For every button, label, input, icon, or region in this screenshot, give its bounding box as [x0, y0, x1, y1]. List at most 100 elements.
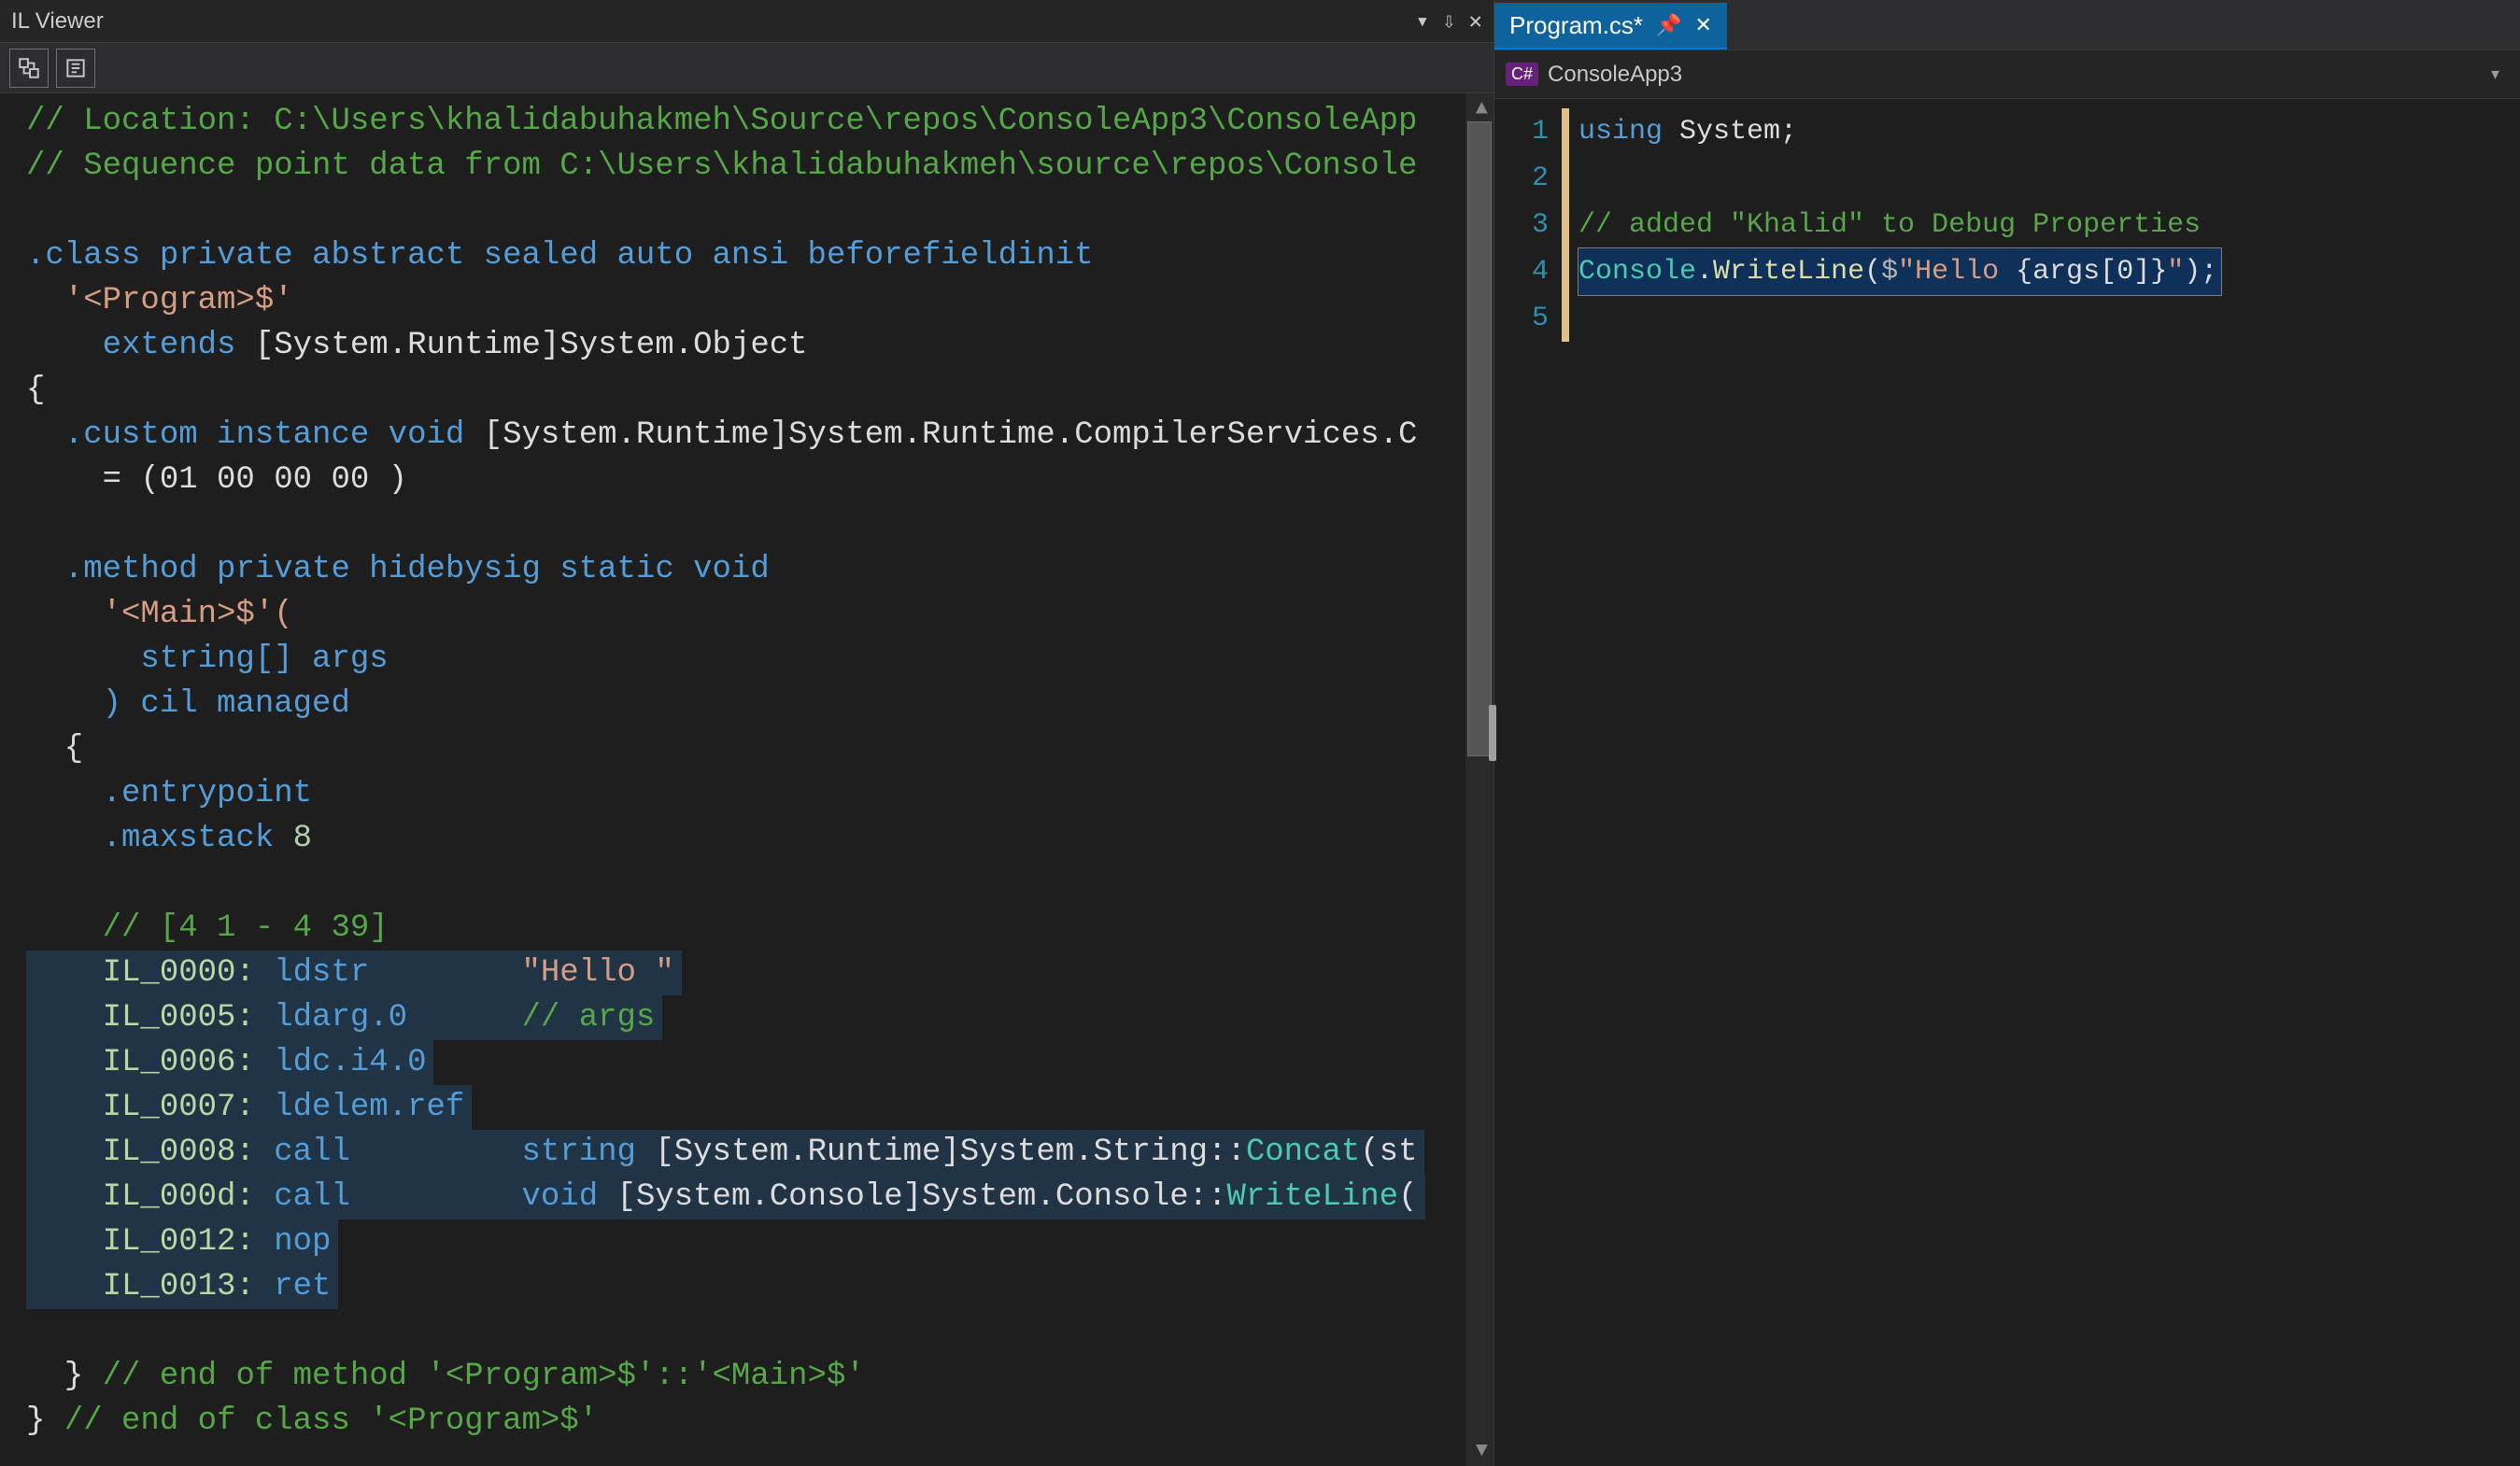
- panel-splitter[interactable]: [1489, 705, 1496, 761]
- il-directive: .class: [26, 238, 140, 274]
- line-number: 3: [1494, 202, 1549, 248]
- il-opcode: ret: [255, 1269, 332, 1304]
- il-maxstack-val: 8: [274, 821, 312, 856]
- il-basetype: [System.Runtime]System.Object: [235, 328, 807, 363]
- il-param: string[] args: [26, 641, 389, 677]
- interp-close: }: [2150, 256, 2167, 288]
- il-method-mods: private hidebysig static void: [198, 552, 770, 587]
- il-label: IL_0012:: [26, 1224, 255, 1260]
- context-label: ConsoleApp3: [1548, 62, 1682, 88]
- close-icon[interactable]: ✕: [1469, 7, 1482, 35]
- line-number: 2: [1494, 155, 1549, 202]
- interp-dollar: $: [1881, 256, 1898, 288]
- pad: [350, 1135, 522, 1170]
- il-rettype: void: [522, 1179, 599, 1215]
- semicolon: ;: [1780, 116, 1797, 148]
- il-typeref: [System.Runtime]System.String::: [636, 1135, 1246, 1170]
- il-comment: // Sequence point data from C:\Users\kha…: [26, 148, 1417, 184]
- pin-icon[interactable]: 📌: [1656, 13, 1681, 37]
- context-dropdown[interactable]: C# ConsoleApp3 ▾: [1506, 62, 2509, 88]
- il-brace: {: [26, 373, 45, 408]
- pin-icon[interactable]: ⇩: [1442, 7, 1455, 35]
- line-number: 4: [1494, 248, 1549, 295]
- il-label: IL_0006:: [26, 1045, 255, 1080]
- il-brace: {: [26, 731, 83, 767]
- idx-open: [: [2100, 256, 2117, 288]
- source-code[interactable]: using System; // added "Khalid" to Debug…: [1569, 99, 2520, 1466]
- il-label: IL_0000:: [26, 955, 255, 991]
- dot: .: [1696, 256, 1713, 288]
- il-opcode: call: [255, 1179, 350, 1215]
- editor-navbar: C# ConsoleApp3 ▾: [1494, 50, 2520, 99]
- il-attrtype: [System.Runtime]System.Runtime.CompilerS…: [464, 417, 1417, 453]
- idx-close: ]: [2133, 256, 2150, 288]
- il-tail: (st: [1360, 1135, 1417, 1170]
- il-method-directive: .method: [26, 552, 198, 587]
- tab-program-cs[interactable]: Program.cs* 📌 ✕: [1494, 3, 1727, 49]
- string-lit: "Hello: [1898, 256, 2016, 288]
- dropdown-icon[interactable]: ▾: [1416, 7, 1429, 35]
- line-number: 1: [1494, 108, 1549, 155]
- method-writeline: WriteLine: [1713, 256, 1864, 288]
- il-comment: // Location: C:\Users\khalidabuhakmeh\So…: [26, 104, 1417, 139]
- il-brace: }: [26, 1359, 103, 1394]
- line-number-gutter: 1 2 3 4 5: [1494, 99, 1562, 1466]
- il-end-comment: // end of class '<Program>$': [64, 1403, 598, 1439]
- il-entrypoint: .entrypoint: [26, 776, 312, 811]
- scroll-down-icon[interactable]: ▼: [1476, 1439, 1488, 1462]
- src-comment: // added "Khalid" to Debug Properties: [1579, 209, 2201, 241]
- source-editor[interactable]: 1 2 3 4 5 using System; // added "Khalid…: [1494, 99, 2520, 1466]
- interp-open: {: [2016, 256, 2032, 288]
- il-opcode: ldelem.ref: [255, 1090, 464, 1125]
- ns-system: System: [1663, 116, 1780, 148]
- il-viewer-panel: IL Viewer ▾ ⇩ ✕ // Location: C:\Users\kh…: [0, 0, 1494, 1466]
- change-mark: [1562, 295, 1569, 342]
- il-typeref: [System.Console]System.Console::: [598, 1179, 1226, 1215]
- change-mark: [1562, 108, 1569, 155]
- il-methodref: Concat: [1246, 1135, 1360, 1170]
- il-maxstack: .maxstack: [26, 821, 274, 856]
- il-opcode: call: [255, 1135, 350, 1170]
- il-viewer-header: IL Viewer ▾ ⇩ ✕: [0, 0, 1494, 43]
- il-label: IL_0013:: [26, 1269, 255, 1304]
- il-label: IL_000d:: [26, 1179, 255, 1215]
- il-code-area[interactable]: // Location: C:\Users\khalidabuhakmeh\So…: [0, 93, 1494, 1466]
- change-mark: [1562, 248, 1569, 295]
- il-voidkw: instance void: [198, 417, 465, 453]
- editor-tabbar: Program.cs* 📌 ✕: [1494, 0, 2520, 50]
- il-string: "Hello ": [522, 955, 674, 991]
- il-opcode: ldarg.0: [255, 1000, 407, 1036]
- ident-args: args: [2032, 256, 2100, 288]
- pad: [407, 1000, 521, 1036]
- il-classname: '<Program>$': [26, 283, 293, 318]
- decompile-button[interactable]: [56, 49, 95, 88]
- il-bytes: = (01 00 00 00 ): [26, 462, 407, 498]
- il-methodref: WriteLine: [1226, 1179, 1398, 1215]
- close-paren: );: [2184, 256, 2217, 288]
- sync-editor-button[interactable]: [9, 49, 49, 88]
- vertical-scrollbar[interactable]: ▲ ▼: [1465, 93, 1494, 1466]
- il-label: IL_0008:: [26, 1135, 255, 1170]
- chevron-down-icon: ▾: [2491, 64, 2509, 84]
- il-method-name: '<Main>$'(: [26, 597, 293, 632]
- il-tail: (: [1398, 1179, 1417, 1215]
- il-opcode: ldc.i4.0: [255, 1045, 427, 1080]
- il-label: IL_0007:: [26, 1090, 255, 1125]
- pad: [369, 955, 521, 991]
- editor-panel: Program.cs* 📌 ✕ C# ConsoleApp3 ▾ 1 2 3 4…: [1494, 0, 2520, 1466]
- scrollbar-thumb[interactable]: [1467, 121, 1492, 756]
- change-mark: [1562, 155, 1569, 202]
- il-viewer-toolbar: [0, 43, 1494, 93]
- il-seqpoint: // [4 1 - 4 39]: [26, 910, 389, 946]
- num-zero: 0: [2117, 256, 2133, 288]
- csharp-badge-icon: C#: [1506, 63, 1538, 86]
- change-indicator-bar: [1562, 99, 1569, 1466]
- tab-label: Program.cs*: [1509, 11, 1643, 40]
- il-viewer-title: IL Viewer: [11, 8, 104, 35]
- il-opcode: nop: [255, 1224, 332, 1260]
- il-extends: extends: [26, 328, 235, 363]
- il-label: IL_0005:: [26, 1000, 255, 1036]
- scroll-up-icon[interactable]: ▲: [1476, 97, 1488, 120]
- type-console: Console: [1579, 256, 1696, 288]
- close-icon[interactable]: ✕: [1694, 13, 1711, 37]
